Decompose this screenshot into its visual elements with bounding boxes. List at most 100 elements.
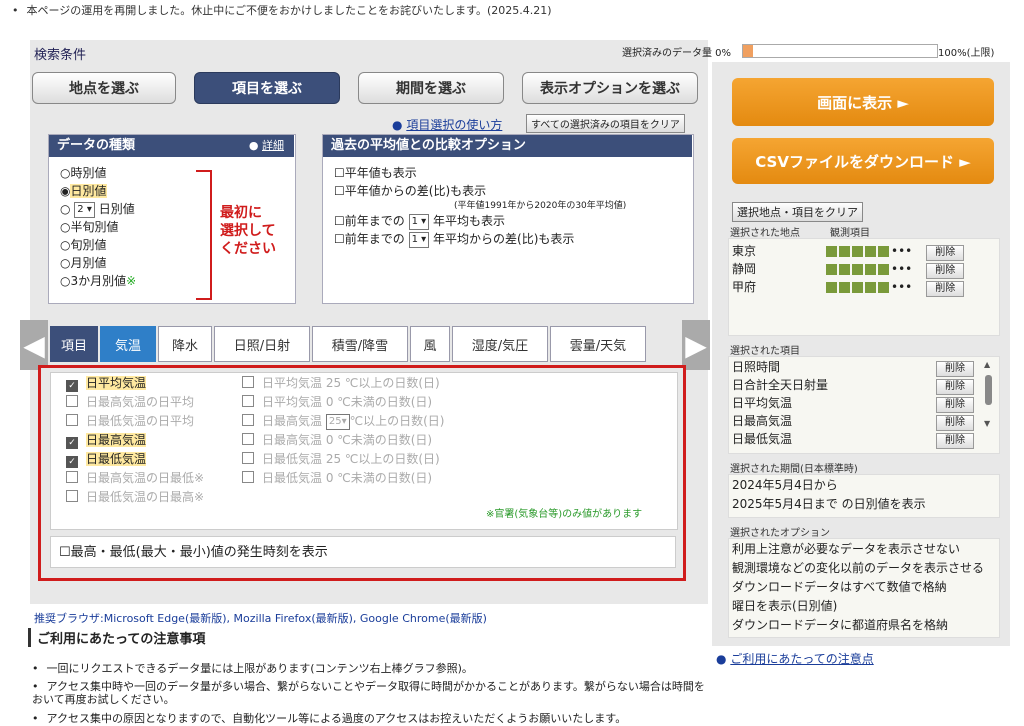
help-link[interactable]: ● 項目選択の使い方 (392, 116, 502, 133)
threshold-select[interactable]: 25▾ (325, 413, 350, 430)
checkbox[interactable] (66, 471, 78, 483)
scroll-down-icon[interactable]: ▼ (984, 419, 994, 428)
n-years-select-2[interactable]: 1 ▾ (408, 231, 430, 248)
radio-half-decade[interactable]: ○半旬別値 (60, 218, 136, 236)
opt-normal[interactable]: ☐平年値も表示 (334, 164, 626, 182)
opt-normal-diff[interactable]: ☐平年値からの差(比)も表示 (334, 182, 626, 200)
delete-button[interactable]: 削除 (936, 433, 974, 449)
checkbox[interactable] (242, 414, 254, 426)
scroll-thumb[interactable] (985, 375, 992, 405)
clear-selection-button[interactable]: 選択地点・項目をクリア (732, 202, 863, 222)
n-years-select[interactable]: 1 ▾ (408, 213, 430, 230)
radio-n-daily[interactable]: ○ 2 ▾ 日別値 (60, 200, 136, 218)
checkbox[interactable] (242, 452, 254, 464)
tab-snow[interactable]: 積雪/降雪 (312, 326, 408, 362)
select-period-button[interactable]: 期間を選ぶ (358, 72, 504, 104)
select-station-button[interactable]: 地点を選ぶ (32, 72, 176, 104)
item-max-0[interactable]: 日最高気温 0 ℃未満の日数(日) (242, 431, 444, 450)
item-max-lowest[interactable]: 日最高気温の日最低※ (66, 469, 204, 488)
opt-label: 前年までの (344, 214, 405, 228)
weather-icons: ••• (826, 262, 912, 276)
notes-title: ご利用にあたっての注意事項 (28, 628, 205, 647)
item-min-25[interactable]: 日最低気温 25 ℃以上の日数(日) (242, 450, 444, 469)
item-min-highest[interactable]: 日最低気温の日最高※ (66, 488, 204, 507)
checkbox[interactable] (242, 433, 254, 445)
item-name: 日照時間 (732, 360, 781, 374)
select-value: 1 (411, 233, 418, 245)
checkbox[interactable] (242, 376, 254, 388)
radio-3month[interactable]: ○3か月別値※ (60, 272, 136, 290)
tab-sunshine[interactable]: 日照/日射 (214, 326, 310, 362)
radio-decade[interactable]: ○旬別値 (60, 236, 136, 254)
item-mean-25[interactable]: 日平均気温 25 ℃以上の日数(日) (242, 374, 444, 393)
item-mean-0[interactable]: 日平均気温 0 ℃未満の日数(日) (242, 393, 444, 412)
items-scrollbar[interactable]: ▲ ▼ (984, 360, 994, 444)
delete-button[interactable]: 削除 (926, 281, 965, 297)
item-daily-mean[interactable]: ✓ 日平均気温 (66, 374, 204, 393)
tab-cloud[interactable]: 雲量/天気 (550, 326, 646, 362)
option-line: 利用上注意が必要なデータを表示させない (732, 542, 961, 556)
data-type-title: データの種類 (57, 138, 136, 153)
data-amount-fill (743, 45, 753, 57)
weather-icons: ••• (826, 280, 912, 294)
item-max-threshold[interactable]: 日最高気温 25▾ ℃以上の日数(日) (242, 412, 444, 431)
delete-button[interactable]: 削除 (936, 415, 974, 431)
opt-prev-avg[interactable]: ☐前年までの 1 ▾ 年平均も表示 (334, 212, 626, 230)
extreme-time-option[interactable]: ☐最高・最低(最大・最小)値の発生時刻を表示 (50, 536, 676, 568)
notice-link[interactable]: ● ご利用にあたっての注意点 (716, 650, 874, 667)
n-days-select[interactable]: 2 ▾ (74, 201, 95, 218)
tab-next-arrow[interactable]: ▶ (682, 320, 710, 370)
tab-precipitation[interactable]: 降水 (158, 326, 212, 362)
panel-title: 検索条件 (34, 48, 87, 63)
detail-link[interactable]: ● 詳細 (249, 135, 284, 157)
checkbox[interactable]: ✓ (66, 437, 78, 449)
show-on-screen-button[interactable]: 画面に表示 ► (732, 78, 994, 126)
radio-hourly[interactable]: ○時別値 (60, 164, 136, 182)
item-label: 日最低気温 (86, 452, 147, 466)
item-min-0[interactable]: 日最低気温 0 ℃未満の日数(日) (242, 469, 444, 488)
opt-prev-diff[interactable]: ☐前年までの 1 ▾ 年平均からの差(比)も表示 (334, 230, 626, 248)
checkbox[interactable] (242, 395, 254, 407)
station-row: 東京 ••• 削除 (732, 242, 965, 261)
select-item-button[interactable]: 項目を選ぶ (194, 72, 340, 104)
scroll-up-icon[interactable]: ▲ (984, 360, 994, 369)
delete-button[interactable]: 削除 (926, 263, 965, 279)
item-max-mean[interactable]: 日最高気温の日平均 (66, 393, 204, 412)
option-line: ダウンロードデータはすべて数値で格納 (732, 580, 947, 594)
checkbox[interactable] (66, 490, 78, 502)
radio-label: 時別値 (70, 166, 107, 180)
checkbox[interactable]: ✓ (66, 380, 78, 392)
select-value: 1 (411, 215, 418, 227)
tab-temperature[interactable]: 気温 (100, 326, 156, 362)
item-min-mean[interactable]: 日最低気温の日平均 (66, 412, 204, 431)
delete-button[interactable]: 削除 (926, 245, 965, 261)
instruction: 最初に 選択して ください (220, 204, 276, 258)
checkbox[interactable] (66, 414, 78, 426)
compare-header: 過去の平均値との比較オプション (323, 135, 692, 157)
delete-button[interactable]: 削除 (936, 361, 974, 377)
station-list: 東京 ••• 削除 静岡 ••• 削除 甲府 ••• 削除 (732, 242, 965, 297)
item-daily-max[interactable]: ✓ 日最高気温 (66, 431, 204, 450)
select-option-button[interactable]: 表示オプションを選ぶ (522, 72, 698, 104)
radio-monthly[interactable]: ○月別値 (60, 254, 136, 272)
temp-items-left: ✓ 日平均気温 日最高気温の日平均 日最低気温の日平均 ✓ 日最高気温 ✓ 日最低気温… (66, 374, 204, 507)
tab-wind[interactable]: 風 (410, 326, 450, 362)
tab-prev-arrow[interactable]: ◀ (20, 320, 48, 370)
checkbox[interactable]: ✓ (66, 456, 78, 468)
item-daily-min[interactable]: ✓ 日最低気温 (66, 450, 204, 469)
clear-all-button[interactable]: すべての選択済みの項目をクリア (526, 114, 685, 133)
tab-humidity[interactable]: 湿度/気圧 (452, 326, 548, 362)
delete-button[interactable]: 削除 (936, 379, 974, 395)
csv-download-button[interactable]: CSVファイルをダウンロード ► (732, 138, 994, 184)
selected-item-row: 日平均気温 削除 (732, 394, 974, 413)
radio-daily[interactable]: ◉日別値 (60, 182, 136, 200)
checkbox[interactable] (66, 395, 78, 407)
delete-button[interactable]: 削除 (936, 397, 974, 413)
checkbox[interactable] (242, 471, 254, 483)
item-label: 日最高気温 (262, 414, 323, 428)
temp-items-right: 日平均気温 25 ℃以上の日数(日) 日平均気温 0 ℃未満の日数(日) 日最高… (242, 374, 444, 488)
detail-link-text[interactable]: 詳細 (262, 139, 284, 152)
notice-link-text[interactable]: ご利用にあたっての注意点 (730, 652, 873, 666)
help-link-text[interactable]: 項目選択の使い方 (406, 118, 502, 132)
note-item: 一回にリクエストできるデータ量には上限があります(コンテンツ右上棒グラフ参照)。 (32, 660, 473, 676)
